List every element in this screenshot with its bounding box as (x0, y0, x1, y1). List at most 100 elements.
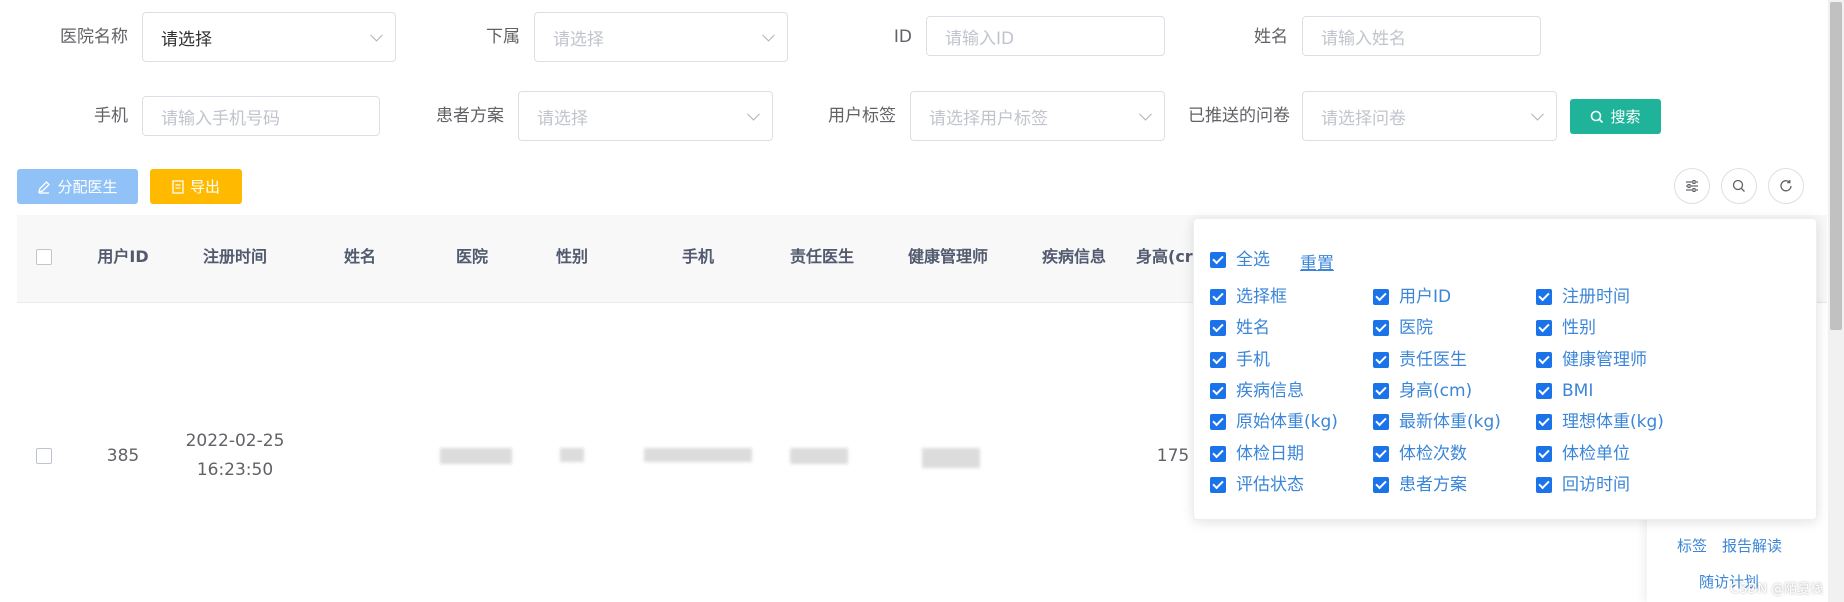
scrollbar-thumb[interactable] (1830, 2, 1842, 330)
checkbox-checked-icon (1536, 351, 1552, 368)
header-health-manager[interactable]: 健康管理师 (900, 246, 996, 268)
user-tag-label: 用户标签 (828, 106, 896, 126)
phone-input[interactable]: 请输入手机号码 (142, 96, 380, 136)
search-icon (1732, 179, 1745, 192)
column-settings-button[interactable] (1674, 168, 1710, 204)
column-option[interactable]: 用户ID (1373, 286, 1451, 308)
column-option[interactable]: 评估状态 (1210, 474, 1304, 496)
cell-height: 175 (1156, 446, 1190, 466)
search-button[interactable]: 搜索 (1570, 99, 1661, 134)
column-option-label: 责任医生 (1399, 349, 1467, 370)
checkbox-checked-icon (1536, 382, 1552, 399)
chevron-down-icon (370, 28, 383, 42)
column-option-label: 手机 (1236, 349, 1270, 370)
checkbox-checked-icon (1373, 320, 1389, 337)
id-input[interactable]: 请输入ID (926, 16, 1165, 56)
header-name[interactable]: 姓名 (330, 246, 390, 268)
column-option[interactable]: BMI (1536, 380, 1593, 402)
column-option[interactable]: 责任医生 (1373, 349, 1467, 371)
phone-label: 手机 (94, 106, 128, 126)
header-responsible-doctor[interactable]: 责任医生 (782, 246, 862, 268)
assign-doctor-label: 分配医生 (57, 178, 118, 196)
column-option[interactable]: 医院 (1373, 317, 1433, 339)
column-option[interactable]: 原始体重(kg) (1210, 411, 1338, 433)
user-tag-select[interactable]: 请选择用户标签 (910, 91, 1165, 141)
report-link[interactable]: 报告解读 (1722, 535, 1782, 556)
blurred-gender (560, 448, 584, 462)
column-option[interactable]: 选择框 (1210, 286, 1287, 308)
column-option[interactable]: 性别 (1536, 317, 1596, 339)
hospital-select-value: 请选择 (161, 29, 212, 50)
checkbox-checked-icon (1210, 289, 1226, 305)
column-option[interactable]: 疾病信息 (1210, 380, 1304, 402)
header-user-id[interactable]: 用户ID (90, 246, 156, 268)
column-option[interactable]: 体检日期 (1210, 443, 1304, 465)
select-all-option[interactable]: 全选 (1210, 249, 1270, 271)
id-label: ID (893, 27, 912, 47)
subordinate-label: 下属 (486, 27, 520, 47)
search-button-label: 搜索 (1610, 108, 1641, 126)
column-option-label: 体检次数 (1399, 443, 1467, 464)
header-disease-info[interactable]: 疾病信息 (1034, 246, 1114, 268)
name-input[interactable]: 请输入姓名 (1302, 16, 1541, 56)
blurred-phone (644, 448, 752, 462)
pushed-survey-select[interactable]: 请选择问卷 (1302, 91, 1557, 141)
column-option[interactable]: 体检次数 (1373, 443, 1467, 465)
document-icon (172, 179, 184, 194)
assign-doctor-button[interactable]: 分配医生 (17, 169, 138, 204)
column-option[interactable]: 最新体重(kg) (1373, 411, 1501, 433)
sliders-icon (1686, 180, 1698, 192)
refresh-button[interactable] (1768, 168, 1804, 204)
checkbox-checked-icon (1210, 351, 1226, 368)
checkbox-checked-icon (1373, 476, 1389, 493)
patient-plan-select-value: 请选择 (537, 108, 588, 129)
checkbox-checked-icon (1536, 476, 1552, 493)
checkbox-checked-icon (1536, 445, 1552, 462)
column-option[interactable]: 体检单位 (1536, 443, 1630, 465)
column-option-label: 性别 (1562, 318, 1596, 339)
edit-icon (38, 180, 51, 194)
checkbox-checked-icon (1210, 476, 1226, 493)
pushed-survey-label: 已推送的问卷 (1188, 106, 1290, 126)
blurred-doctor (790, 448, 848, 464)
user-tag-select-value: 请选择用户标签 (929, 108, 1048, 129)
tag-link[interactable]: 标签 (1677, 535, 1707, 556)
subordinate-select[interactable]: 请选择 (534, 12, 788, 62)
checkbox-checked-icon (1536, 320, 1552, 337)
reset-link[interactable]: 重置 (1300, 249, 1334, 274)
row-checkbox[interactable] (36, 448, 52, 464)
column-option-label: 体检日期 (1236, 443, 1304, 464)
column-option-label: 理想体重(kg) (1562, 412, 1664, 433)
header-phone[interactable]: 手机 (668, 246, 728, 268)
patient-plan-label: 患者方案 (436, 106, 504, 126)
column-option[interactable]: 患者方案 (1373, 474, 1467, 496)
blurred-manager (922, 448, 980, 468)
checkbox-checked-icon (1373, 289, 1389, 305)
column-option-label: BMI (1562, 380, 1594, 401)
checkbox-checked-icon (1373, 445, 1389, 462)
cell-user-id: 385 (106, 446, 140, 466)
pushed-survey-select-value: 请选择问卷 (1321, 108, 1406, 129)
column-option[interactable]: 注册时间 (1536, 286, 1630, 308)
column-option[interactable]: 姓名 (1210, 317, 1270, 339)
toggle-search-button[interactable] (1721, 168, 1757, 204)
export-button[interactable]: 导出 (150, 169, 242, 204)
patient-plan-select[interactable]: 请选择 (518, 91, 773, 141)
checkbox-checked-icon (1210, 414, 1226, 431)
subordinate-select-value: 请选择 (553, 29, 604, 50)
column-option-label: 注册时间 (1562, 287, 1630, 307)
hospital-select[interactable]: 请选择 (142, 12, 396, 62)
column-option[interactable]: 理想体重(kg) (1536, 411, 1664, 433)
chevron-down-icon (762, 28, 775, 42)
column-option-label: 健康管理师 (1562, 349, 1647, 370)
column-option[interactable]: 手机 (1210, 349, 1270, 371)
header-reg-time[interactable]: 注册时间 (190, 246, 280, 268)
column-option[interactable]: 回访时间 (1536, 474, 1630, 496)
column-option-label: 体检单位 (1562, 443, 1630, 464)
column-option-label: 医院 (1399, 318, 1433, 339)
header-hospital[interactable]: 医院 (442, 246, 502, 268)
select-all-checkbox[interactable] (36, 249, 52, 265)
column-option[interactable]: 健康管理师 (1536, 349, 1647, 371)
column-option[interactable]: 身高(cm) (1373, 380, 1472, 402)
header-gender[interactable]: 性别 (542, 246, 602, 268)
